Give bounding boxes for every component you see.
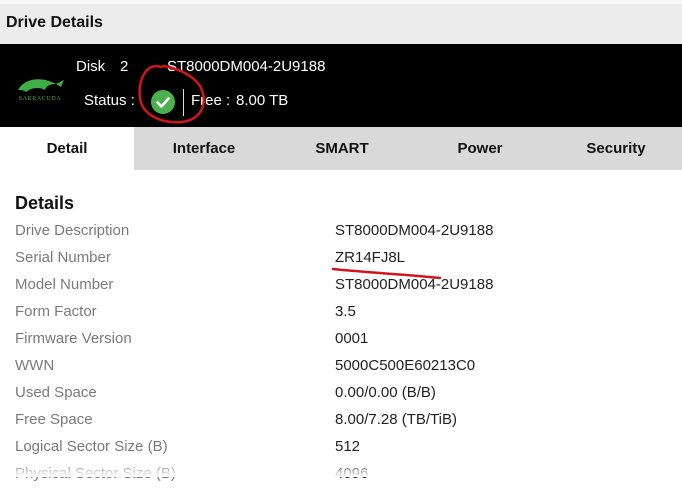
- free-space-label: Free :: [191, 92, 231, 109]
- tab-detail[interactable]: Detail: [0, 127, 134, 170]
- detail-row-free-space: Free Space 8.00/7.28 (TB/TiB): [0, 411, 682, 438]
- detail-row-drive-description: Drive Description ST8000DM004-2U9188: [0, 222, 682, 249]
- tab-interface[interactable]: Interface: [134, 127, 274, 170]
- detail-row-wwn: WWN 5000C500E60213C0: [0, 357, 682, 384]
- detail-row-model-number: Model Number ST8000DM004-2U9188: [0, 276, 682, 303]
- detail-label: Model Number: [15, 276, 114, 293]
- logo-text: SARRACUDA: [18, 96, 62, 102]
- disk-number: 2: [120, 58, 129, 75]
- disk-model: ST8000DM004-2U9188: [167, 58, 326, 75]
- detail-row-used-space: Used Space 0.00/0.00 (B/B): [0, 384, 682, 411]
- detail-value: 8.00/7.28 (TB/TiB): [335, 411, 457, 428]
- tab-security[interactable]: Security: [550, 127, 682, 170]
- detail-row-serial-number: Serial Number ZR14FJ8L: [0, 249, 682, 276]
- window-title: Drive Details: [6, 14, 103, 31]
- detail-label: Logical Sector Size (B): [15, 438, 168, 455]
- detail-label: Serial Number: [15, 249, 111, 266]
- detail-row-firmware-version: Firmware Version 0001: [0, 330, 682, 357]
- detail-value: ZR14FJ8L: [335, 249, 406, 266]
- details-table: Drive Description ST8000DM004-2U9188 Ser…: [0, 222, 682, 492]
- detail-label: WWN: [15, 357, 55, 374]
- detail-value: 0001: [335, 330, 369, 347]
- tab-bar: Detail Interface SMART Power Security: [0, 127, 682, 170]
- status-divider: [183, 89, 184, 116]
- detail-value: 0.00/0.00 (B/B): [335, 384, 436, 401]
- tab-power[interactable]: Power: [410, 127, 550, 170]
- detail-value: ST8000DM004-2U9188: [335, 276, 494, 293]
- detail-value: 5000C500E60213C0: [335, 357, 476, 374]
- free-space-value: 8.00 TB: [236, 92, 289, 109]
- detail-label: Used Space: [15, 384, 97, 401]
- check-circle-icon: [151, 90, 175, 114]
- details-heading: Details: [15, 193, 75, 213]
- title-bar: Drive Details: [0, 0, 682, 44]
- detail-value: 3.5: [335, 303, 356, 320]
- detail-label: Free Space: [15, 411, 93, 428]
- detail-label: Form Factor: [15, 303, 97, 320]
- detail-row-form-factor: Form Factor 3.5: [0, 303, 682, 330]
- detail-row-logical-sector-size: Logical Sector Size (B) 512: [0, 438, 682, 465]
- tab-smart[interactable]: SMART: [274, 127, 410, 170]
- status-label: Status :: [84, 92, 135, 109]
- drive-header: SARRACUDA Disk 2 ST8000DM004-2U9188 Stat…: [0, 44, 682, 127]
- disk-label: Disk: [76, 58, 106, 75]
- detail-label: Firmware Version: [15, 330, 132, 347]
- detail-value: ST8000DM004-2U9188: [335, 222, 494, 239]
- detail-value: 512: [335, 438, 361, 455]
- scroll-fade: [0, 462, 682, 477]
- detail-label: Drive Description: [15, 222, 130, 239]
